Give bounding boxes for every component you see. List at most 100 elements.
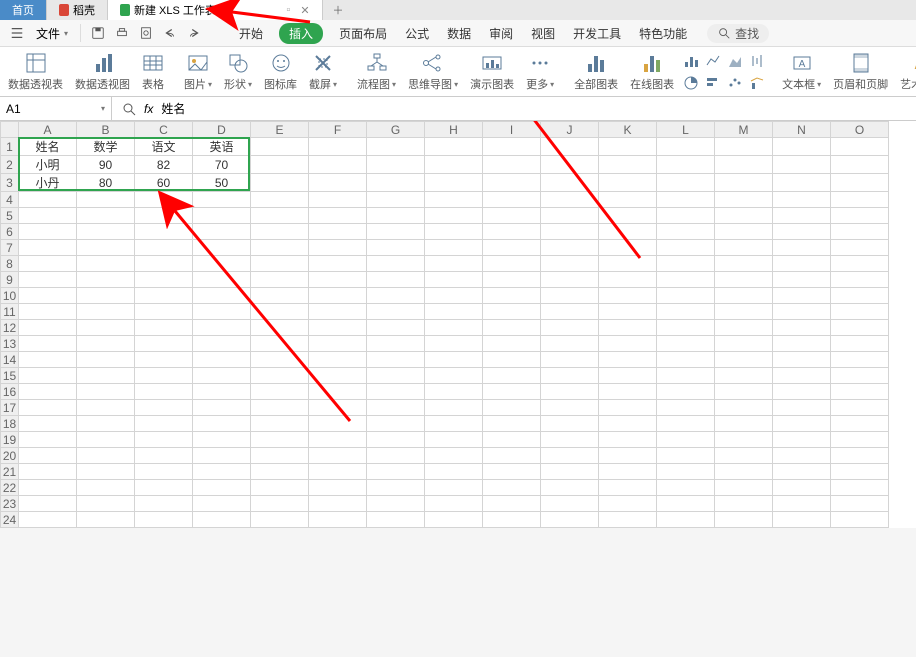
- cell[interactable]: [425, 352, 483, 368]
- cell[interactable]: [599, 448, 657, 464]
- cell[interactable]: [483, 304, 541, 320]
- cell[interactable]: [831, 352, 889, 368]
- cell[interactable]: [541, 192, 599, 208]
- cell[interactable]: [251, 288, 309, 304]
- cell[interactable]: [657, 368, 715, 384]
- cell[interactable]: [483, 156, 541, 174]
- column-header[interactable]: A: [19, 122, 77, 138]
- cell[interactable]: [309, 368, 367, 384]
- row-header[interactable]: 14: [1, 352, 19, 368]
- cell[interactable]: [251, 272, 309, 288]
- column-header[interactable]: K: [599, 122, 657, 138]
- cell[interactable]: [19, 336, 77, 352]
- row-header[interactable]: 12: [1, 320, 19, 336]
- cell[interactable]: [483, 208, 541, 224]
- cell[interactable]: [425, 480, 483, 496]
- cell[interactable]: 数学: [77, 138, 135, 156]
- cell[interactable]: [193, 208, 251, 224]
- cell[interactable]: [193, 272, 251, 288]
- cell[interactable]: [251, 400, 309, 416]
- cell[interactable]: [715, 224, 773, 240]
- cell[interactable]: [425, 272, 483, 288]
- cell[interactable]: [831, 240, 889, 256]
- cell[interactable]: [657, 156, 715, 174]
- cell[interactable]: [77, 240, 135, 256]
- cell[interactable]: [599, 400, 657, 416]
- cell[interactable]: [715, 512, 773, 528]
- screenshot-button[interactable]: 截屏▾: [303, 50, 343, 96]
- cell[interactable]: [657, 448, 715, 464]
- cell[interactable]: [19, 256, 77, 272]
- cell[interactable]: [193, 224, 251, 240]
- cell[interactable]: [715, 208, 773, 224]
- cell[interactable]: [251, 416, 309, 432]
- cell[interactable]: [309, 352, 367, 368]
- cell[interactable]: [541, 174, 599, 192]
- cell[interactable]: [773, 288, 831, 304]
- cell[interactable]: [251, 352, 309, 368]
- mindmap-button[interactable]: 思维导图▾: [402, 50, 464, 96]
- cell[interactable]: [309, 320, 367, 336]
- tab-new-window-icon[interactable]: ▫: [286, 4, 290, 16]
- cell[interactable]: [831, 256, 889, 272]
- row-header[interactable]: 2: [1, 156, 19, 174]
- pivot-table-button[interactable]: 数据透视表: [2, 50, 69, 96]
- wordart-button[interactable]: A 艺术字▾: [894, 50, 916, 96]
- cell[interactable]: [425, 304, 483, 320]
- cell[interactable]: [135, 448, 193, 464]
- cell[interactable]: [251, 304, 309, 320]
- cell[interactable]: [773, 156, 831, 174]
- cell[interactable]: [773, 138, 831, 156]
- cell[interactable]: [715, 240, 773, 256]
- save-button[interactable]: [89, 24, 107, 42]
- cell[interactable]: [599, 320, 657, 336]
- cell[interactable]: [425, 240, 483, 256]
- cell[interactable]: [773, 352, 831, 368]
- cell[interactable]: [425, 156, 483, 174]
- cell[interactable]: [831, 192, 889, 208]
- cell[interactable]: [831, 174, 889, 192]
- cell[interactable]: [483, 464, 541, 480]
- cell[interactable]: [367, 156, 425, 174]
- cell[interactable]: [309, 480, 367, 496]
- ribbon-tab-dev[interactable]: 开发工具: [571, 23, 623, 44]
- tab-home[interactable]: 首页: [0, 0, 47, 20]
- column-header[interactable]: J: [541, 122, 599, 138]
- cell[interactable]: [135, 336, 193, 352]
- cell[interactable]: [425, 464, 483, 480]
- cell[interactable]: [541, 512, 599, 528]
- cell[interactable]: [831, 138, 889, 156]
- cell[interactable]: [77, 352, 135, 368]
- cell[interactable]: [425, 384, 483, 400]
- cell[interactable]: [251, 256, 309, 272]
- cell[interactable]: [425, 512, 483, 528]
- cell[interactable]: [483, 368, 541, 384]
- zoom-icon[interactable]: [122, 102, 136, 116]
- cell[interactable]: [715, 320, 773, 336]
- pivot-chart-button[interactable]: 数据透视图: [69, 50, 136, 96]
- cell[interactable]: [77, 320, 135, 336]
- cell[interactable]: [77, 192, 135, 208]
- cell[interactable]: [251, 368, 309, 384]
- cell[interactable]: [193, 384, 251, 400]
- cell[interactable]: [773, 192, 831, 208]
- more-button[interactable]: 更多▾: [520, 50, 560, 96]
- icon-lib-button[interactable]: 图标库: [258, 50, 303, 96]
- cell[interactable]: [367, 174, 425, 192]
- column-header[interactable]: C: [135, 122, 193, 138]
- chart-stock-button[interactable]: [748, 52, 766, 70]
- row-header[interactable]: 18: [1, 416, 19, 432]
- cell[interactable]: [77, 512, 135, 528]
- cell[interactable]: [19, 464, 77, 480]
- cell[interactable]: [367, 336, 425, 352]
- ribbon-tab-formula[interactable]: 公式: [403, 23, 431, 44]
- close-icon[interactable]: ✕: [300, 4, 309, 17]
- cell[interactable]: [541, 256, 599, 272]
- cell[interactable]: [425, 224, 483, 240]
- table-button[interactable]: 表格: [136, 50, 170, 96]
- cell[interactable]: [599, 336, 657, 352]
- cell[interactable]: [599, 480, 657, 496]
- cell[interactable]: [483, 192, 541, 208]
- cell[interactable]: [831, 224, 889, 240]
- cell[interactable]: 小明: [19, 156, 77, 174]
